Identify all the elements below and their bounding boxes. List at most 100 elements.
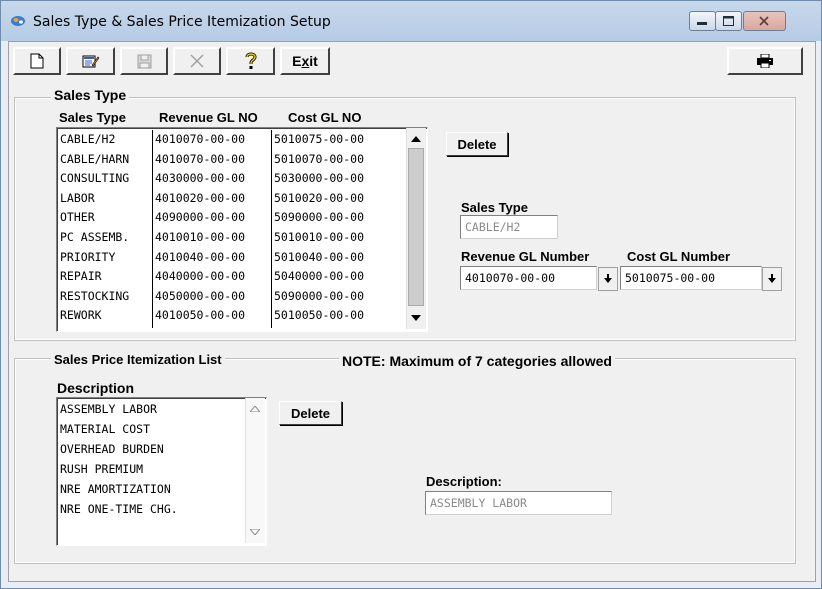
sales-type-cell: CABLE/H2 xyxy=(60,132,116,146)
sales-type-cell: RESTOCKING xyxy=(60,288,130,303)
cost-gl-cell: 5010040-00-00 xyxy=(274,249,365,264)
list-item[interactable]: OVERHEAD BURDEN xyxy=(60,439,164,459)
cost-gl-cell: 5030000-00-00 xyxy=(274,171,365,186)
sales-type-delete-button[interactable]: Delete xyxy=(446,132,508,156)
scroll-down-button[interactable] xyxy=(246,523,264,541)
sales-type-list[interactable]: CABLE/H2 4010070-00-00 5010075-00-00 CABLE/… xyxy=(56,127,428,332)
revenue-gl-cell: 4090000-00-00 xyxy=(155,210,246,225)
cost-gl-input[interactable]: 5010075-00-00 xyxy=(620,266,762,290)
cancel-icon xyxy=(190,54,204,68)
cost-gl-cell: 5090000-00-00 xyxy=(274,210,365,225)
table-row[interactable]: CONSULTING 4030000-00-00 5030000-00-00 xyxy=(57,169,405,188)
table-row[interactable]: PRIORITY 4010040-00-00 5010040-00-00 xyxy=(57,248,405,267)
revenue-gl-cell: 4040000-00-00 xyxy=(155,269,246,284)
app-icon xyxy=(11,16,25,26)
scroll-down-button[interactable] xyxy=(407,309,425,327)
window-title: Sales Type & Sales Price Itemization Set… xyxy=(33,14,331,30)
close-button[interactable] xyxy=(743,11,786,31)
close-icon xyxy=(759,16,769,26)
cost-gl-cell: 5040000-00-00 xyxy=(274,269,365,284)
application-window: Sales Type & Sales Price Itemization Set… xyxy=(0,0,822,589)
max-categories-note: NOTE: Maximum of 7 categories allowed xyxy=(339,353,615,369)
column-header-revenue-gl: Revenue GL NO xyxy=(159,110,258,125)
sales-type-input[interactable]: CABLE/H2 xyxy=(460,215,558,239)
arrow-down-icon xyxy=(768,274,776,283)
minimize-button[interactable] xyxy=(689,11,716,31)
itemization-group-label: Sales Price Itemization List xyxy=(51,352,225,367)
cost-gl-cell: 5090000-00-00 xyxy=(274,288,365,303)
itemization-list[interactable]: ASSEMBLY LABOR MATERIAL COST OVERHEAD BURD… xyxy=(56,397,267,546)
client-area: Exit Sales Type Sales Type Revenue GL NO… xyxy=(8,41,816,582)
print-button[interactable] xyxy=(727,47,803,75)
description-input[interactable]: ASSEMBLY LABOR xyxy=(425,491,612,515)
sales-type-field-label: Sales Type xyxy=(461,200,528,215)
revenue-gl-cell: 4010070-00-00 xyxy=(155,132,246,146)
table-row[interactable]: CABLE/HARN 4010070-00-00 5010070-00-00 xyxy=(57,150,405,169)
cancel-button[interactable] xyxy=(173,47,221,75)
list-item[interactable]: ASSEMBLY LABOR xyxy=(60,399,157,419)
exit-button[interactable]: Exit xyxy=(280,47,330,75)
sales-type-group-label: Sales Type xyxy=(51,87,130,103)
cost-gl-cell: 5010075-00-00 xyxy=(274,132,365,146)
revenue-gl-cell: 4010070-00-00 xyxy=(155,151,246,166)
revenue-gl-label: Revenue GL Number xyxy=(461,249,590,264)
cost-gl-cell: 5010070-00-00 xyxy=(274,151,365,166)
list-item[interactable]: RUSH PREMIUM xyxy=(60,459,143,479)
revenue-gl-cell: 4030000-00-00 xyxy=(155,171,246,186)
column-header-cost-gl: Cost GL NO xyxy=(288,110,362,125)
arrow-down-icon xyxy=(411,315,421,321)
table-row[interactable]: CABLE/H2 4010070-00-00 5010075-00-00 xyxy=(57,130,405,149)
sales-type-cell: OTHER xyxy=(60,210,95,225)
column-header-sales-type: Sales Type xyxy=(59,110,126,125)
edit-icon xyxy=(82,55,99,68)
minimize-icon xyxy=(697,22,707,25)
revenue-gl-dropdown-button[interactable] xyxy=(598,267,618,291)
help-icon xyxy=(245,52,257,69)
title-bar[interactable]: Sales Type & Sales Price Itemization Set… xyxy=(1,1,821,41)
maximize-button[interactable] xyxy=(715,11,742,31)
arrow-up-icon xyxy=(250,406,260,412)
sales-type-cell: PC ASSEMB. xyxy=(60,230,130,244)
help-button[interactable] xyxy=(226,47,275,75)
table-row[interactable]: RESTOCKING 4050000-00-00 5090000-00-00 xyxy=(57,287,405,306)
table-row[interactable]: REWORK 4010050-00-00 5010050-00-00 xyxy=(57,306,405,325)
delete-label: Delete xyxy=(457,136,497,152)
description-field-label: Description: xyxy=(426,474,502,489)
maximize-icon xyxy=(723,16,734,26)
list-item[interactable]: NRE AMORTIZATION xyxy=(60,479,171,499)
table-row[interactable]: REPAIR 4040000-00-00 5040000-00-00 xyxy=(57,267,405,286)
new-document-icon xyxy=(30,53,44,69)
save-button[interactable] xyxy=(120,47,168,75)
cost-gl-cell: 5010050-00-00 xyxy=(274,308,365,323)
scroll-thumb[interactable] xyxy=(408,148,424,306)
table-row[interactable]: PC ASSEMB. 4010010-00-00 5010010-00-00 xyxy=(57,228,405,247)
sales-type-cell: LABOR xyxy=(60,190,95,205)
new-button[interactable] xyxy=(13,47,61,75)
sales-type-cell: PRIORITY xyxy=(60,249,116,264)
cost-gl-cell: 5010010-00-00 xyxy=(274,230,365,244)
sales-type-scrollbar[interactable] xyxy=(406,128,426,329)
sales-type-cell: REWORK xyxy=(60,308,102,323)
arrow-up-icon xyxy=(411,136,421,142)
revenue-gl-input[interactable]: 4010070-00-00 xyxy=(460,266,597,290)
arrow-down-icon xyxy=(604,274,612,283)
sales-type-cell: CABLE/HARN xyxy=(60,151,130,166)
sales-type-cell: CONSULTING xyxy=(60,171,130,186)
cost-gl-label: Cost GL Number xyxy=(627,249,731,264)
scroll-up-button[interactable] xyxy=(246,400,264,418)
cost-gl-dropdown-button[interactable] xyxy=(762,267,782,291)
list-item[interactable]: NRE ONE-TIME CHG. xyxy=(60,499,178,519)
table-row[interactable]: LABOR 4010020-00-00 5010020-00-00 xyxy=(57,189,405,208)
edit-button[interactable] xyxy=(66,47,115,75)
scroll-up-button[interactable] xyxy=(407,130,425,148)
printer-icon xyxy=(757,54,773,68)
itemization-delete-button[interactable]: Delete xyxy=(279,401,342,425)
table-row[interactable]: OTHER 4090000-00-00 5090000-00-00 xyxy=(57,208,405,227)
sales-type-cell: REPAIR xyxy=(60,269,102,284)
arrow-down-icon xyxy=(250,529,260,535)
revenue-gl-cell: 4010040-00-00 xyxy=(155,249,246,264)
itemization-scrollbar[interactable] xyxy=(245,398,265,543)
revenue-gl-cell: 4010020-00-00 xyxy=(155,190,246,205)
list-item[interactable]: MATERIAL COST xyxy=(60,419,150,439)
save-icon xyxy=(137,54,151,68)
